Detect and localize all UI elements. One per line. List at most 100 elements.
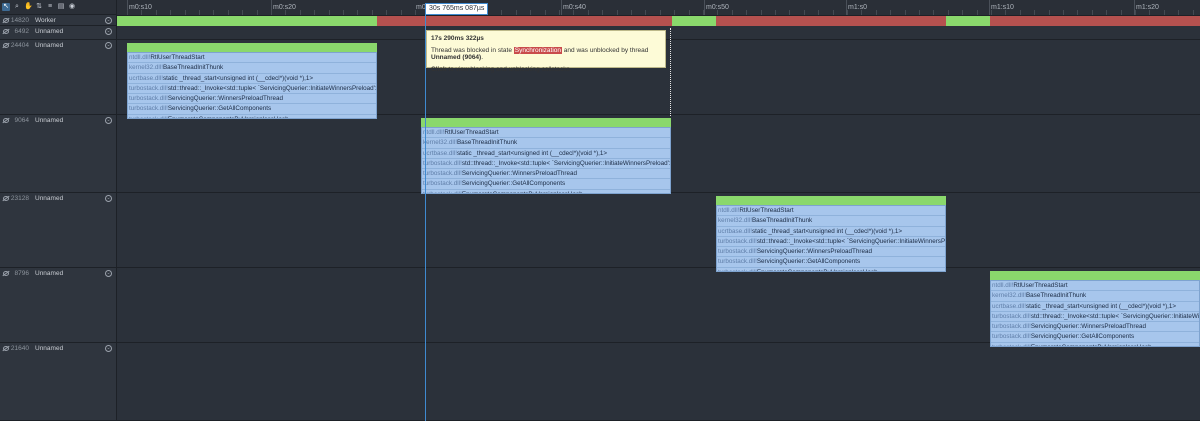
thread-row[interactable]: 24404 Unnamed ⌄ <box>0 40 116 115</box>
stack-frame[interactable]: ucrtbase.dll!static _thread_start<unsign… <box>422 149 670 159</box>
thread-id: 8796 <box>14 270 29 277</box>
ruler-minor-tick <box>559 10 560 15</box>
collapse-toggle-icon[interactable]: ⌄ <box>105 17 112 24</box>
cpu-activity-strip[interactable] <box>990 271 1200 280</box>
stack-frame[interactable]: turbostack.dll!std::thread::_Invoke<std:… <box>128 84 376 95</box>
zoom-icon[interactable]: ⌕ <box>13 3 21 11</box>
stack-frame[interactable]: ntdll.dll!RtlUserThreadStart <box>128 53 376 64</box>
collapse-toggle-icon[interactable]: ⌄ <box>105 28 112 35</box>
thread-track[interactable] <box>117 193 1200 268</box>
thread-state-segment[interactable] <box>422 16 672 26</box>
visibility-eye-icon[interactable] <box>3 118 9 123</box>
frame-function: BaseThreadInitThunk <box>751 217 813 225</box>
collapse-toggle-icon[interactable]: ⌄ <box>105 270 112 277</box>
thread-state-segment[interactable] <box>716 16 946 26</box>
stack-frame[interactable]: ucrtbase.dll!static _thread_start<unsign… <box>991 302 1199 312</box>
ruler-minor-tick <box>991 10 992 15</box>
thread-track[interactable] <box>117 343 1200 421</box>
thread-row[interactable]: 14820 Worker ⌄ <box>0 15 116 26</box>
collapse-toggle-icon[interactable]: ⌄ <box>105 42 112 49</box>
collapse-toggle-icon[interactable]: ⌄ <box>105 117 112 124</box>
ruler-minor-tick <box>1135 10 1136 15</box>
thread-row[interactable]: 9064 Unnamed ⌄ <box>0 115 116 193</box>
stack-frame[interactable]: turbostack.dll!ServicingQuerier::Winners… <box>128 94 376 105</box>
thread-row[interactable]: 23128 Unnamed ⌄ <box>0 193 116 268</box>
thread-header: 23128 Unnamed ⌄ <box>0 193 116 204</box>
frame-module: turbostack.dll! <box>129 95 168 103</box>
stack-frame[interactable]: ntdll.dll!RtlUserThreadStart <box>991 281 1199 292</box>
stack-frame[interactable]: ucrtbase.dll!static _thread_start<unsign… <box>128 74 376 84</box>
cpu-activity-strip[interactable] <box>127 43 377 52</box>
select-icon[interactable]: ↖ <box>2 3 10 11</box>
stack-frame[interactable]: turbostack.dll!ServicingQuerier::Winners… <box>991 322 1199 333</box>
visibility-eye-icon[interactable] <box>3 346 9 351</box>
frame-module: turbostack.dll! <box>992 312 1031 320</box>
sort-icon[interactable]: ⇅ <box>35 3 43 11</box>
stack-frame[interactable]: turbostack.dll!std::thread::_Invoke<std:… <box>717 237 945 248</box>
stack-frame[interactable]: turbostack.dll!ServicingQuerier::GetAllC… <box>991 332 1199 343</box>
filter-icon[interactable]: ≡ <box>46 3 54 11</box>
thread-state-segment[interactable] <box>990 16 1200 26</box>
frame-function: ServicingQuerier::GetAllComponents <box>167 105 272 113</box>
thread-header: 9064 Unnamed ⌄ <box>0 115 116 126</box>
frame-function: ServicingQuerier::GetAllComponents <box>756 258 861 266</box>
collapse-toggle-icon[interactable]: ⌄ <box>105 345 112 352</box>
collapse-toggle-icon[interactable]: ⌄ <box>105 195 112 202</box>
callstack-block[interactable]: ntdll.dll!RtlUserThreadStart kernel32.dll… <box>990 280 1200 348</box>
time-ruler[interactable]: m0:s10 m0:s20 m0:s40 m0:s50 m1:s0 m1:s10 m1:s2… <box>117 0 1200 16</box>
callstack-block[interactable]: ntdll.dll!RtlUserThreadStart kernel32.dll… <box>127 52 377 120</box>
tooltip-duration: 17s 290ms 322µs <box>431 35 484 42</box>
visibility-eye-icon[interactable] <box>3 29 9 34</box>
ruler-minor-tick <box>242 10 244 15</box>
frame-function: ServicingQuerier::WinnersPreloadThread <box>1030 323 1147 331</box>
stack-frame[interactable]: ntdll.dll!RtlUserThreadStart <box>422 128 670 139</box>
thread-state-segment[interactable] <box>672 16 716 26</box>
stack-frame[interactable]: ntdll.dll!RtlUserThreadStart <box>717 206 945 217</box>
thread-row[interactable]: 8796 Unnamed ⌄ <box>0 268 116 343</box>
stack-frame[interactable]: turbostack.dll!ServicingQuerier::GetAllC… <box>128 104 376 115</box>
stack-frame[interactable]: turbostack.dll!ServicingQuerier::GetAllC… <box>422 179 670 190</box>
stack-frame[interactable]: kernel32.dll!BaseThreadInitThunk <box>717 216 945 227</box>
frame-function: static _thread_start<unsigned int (__cde… <box>1025 302 1177 310</box>
thread-state-segment[interactable] <box>117 16 377 26</box>
ruler-minor-tick <box>688 10 690 15</box>
frame-module: kernel32.dll! <box>423 139 457 147</box>
ruler-minor-tick <box>1048 10 1050 15</box>
tooltip-description: Thread was blocked in state Synchronizat… <box>431 47 649 61</box>
stack-frame[interactable]: turbostack.dll!ServicingQuerier::Winners… <box>717 247 945 258</box>
stack-frame[interactable]: turbostack.dll!ServicingQuerier::Winners… <box>422 169 670 180</box>
cpu-activity-strip[interactable] <box>716 196 946 205</box>
thread-name: Unnamed <box>35 117 64 124</box>
pan-icon[interactable]: ✋ <box>24 3 33 11</box>
frame-function: static _thread_start<unsigned int (__cde… <box>751 227 903 235</box>
stack-frame[interactable]: turbostack.dll!ServicingQuerier::GetAllC… <box>717 257 945 268</box>
thread-row[interactable]: 6492 Unnamed ⌄ <box>0 26 116 40</box>
stack-frame[interactable]: turbostack.dll!std::thread::_Invoke<std:… <box>422 159 670 170</box>
thread-name: Unnamed <box>35 345 64 352</box>
stack-frame[interactable]: kernel32.dll!BaseThreadInitThunk <box>422 138 670 149</box>
ruler-minor-tick <box>299 10 301 15</box>
frame-function: ServicingQuerier::WinnersPreloadThread <box>461 170 578 178</box>
eye-icon[interactable]: ◉ <box>68 3 76 11</box>
thread-state-segment[interactable] <box>377 16 422 26</box>
thread-row[interactable]: 21640 Unnamed ⌄ <box>0 343 116 421</box>
ruler-minor-tick <box>818 10 820 15</box>
visibility-eye-icon[interactable] <box>3 196 9 201</box>
ruler-minor-tick <box>285 10 287 15</box>
document-icon[interactable]: ▤ <box>57 3 65 11</box>
stack-frame[interactable]: kernel32.dll!BaseThreadInitThunk <box>991 291 1199 302</box>
stack-frame[interactable]: ucrtbase.dll!static _thread_start<unsign… <box>717 227 945 237</box>
callstack-block[interactable]: ntdll.dll!RtlUserThreadStart kernel32.dll… <box>421 127 671 195</box>
visibility-eye-icon[interactable] <box>3 43 9 48</box>
callstack-block[interactable]: ntdll.dll!RtlUserThreadStart kernel32.dll… <box>716 205 946 273</box>
ruler-minor-tick <box>314 10 316 15</box>
frame-function: RtlUserThreadStart <box>150 54 205 61</box>
visibility-eye-icon[interactable] <box>3 18 9 23</box>
ruler-minor-tick <box>371 10 373 15</box>
visibility-eye-icon[interactable] <box>3 271 9 276</box>
frame-module: turbostack.dll! <box>718 248 757 256</box>
cpu-activity-strip[interactable] <box>421 118 671 127</box>
stack-frame[interactable]: kernel32.dll!BaseThreadInitThunk <box>128 63 376 74</box>
thread-state-segment[interactable] <box>946 16 990 26</box>
stack-frame[interactable]: turbostack.dll!std::thread::_Invoke<std:… <box>991 312 1199 323</box>
